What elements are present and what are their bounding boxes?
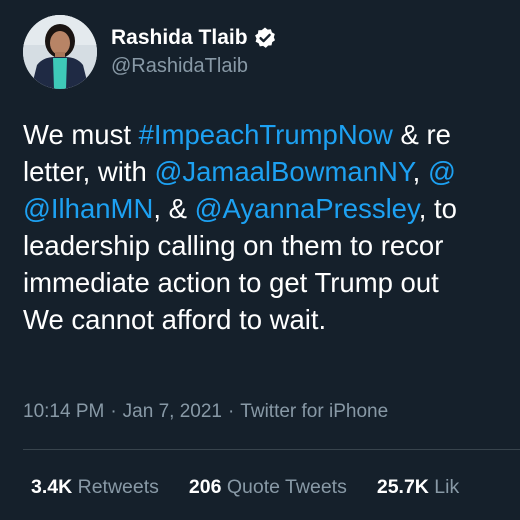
mention-link[interactable]: @AyannaPressley: [195, 193, 419, 224]
author-display-name[interactable]: Rashida Tlaib: [111, 26, 248, 50]
divider: [23, 449, 520, 450]
tweet-line-1: We must #ImpeachTrumpNow & re: [23, 116, 520, 153]
mention-link[interactable]: @JamaalBowmanNY: [154, 156, 412, 187]
retweets-stat[interactable]: 3.4K Retweets: [31, 476, 159, 499]
hashtag-link[interactable]: #ImpeachTrumpNow: [139, 119, 393, 150]
tweet-text-segment: , to: [418, 193, 457, 224]
likes-stat[interactable]: 25.7K Lik: [377, 476, 459, 499]
tweet-date[interactable]: Jan 7, 2021: [123, 401, 222, 422]
avatar-image: [23, 15, 97, 89]
tweet-stats: 3.4K Retweets 206 Quote Tweets 25.7K Lik: [31, 476, 489, 499]
retweets-count: 3.4K: [31, 476, 73, 498]
mention-link[interactable]: @: [428, 156, 456, 187]
tweet-line-4: leadership calling on them to recor: [23, 230, 444, 261]
display-name-row: Rashida Tlaib: [111, 24, 277, 52]
tweet-text-segment: letter, with: [23, 156, 155, 187]
tweet-text-segment: , &: [153, 193, 195, 224]
tweet-text-segment: & re: [392, 119, 451, 150]
tweet-text: We must #ImpeachTrumpNow & re letter, wi…: [23, 116, 520, 338]
mention-link[interactable]: @IlhanMN: [23, 193, 153, 224]
verified-badge-icon: [253, 26, 277, 50]
meta-separator: ·: [227, 401, 235, 422]
tweet-author: Rashida Tlaib @RashidaTlaib: [111, 24, 277, 78]
tweet-line-6: We cannot afford to wait.: [23, 304, 327, 335]
tweet-line-5: immediate action to get Trump out: [23, 267, 439, 298]
quote-tweets-count: 206: [188, 476, 222, 498]
profile-avatar[interactable]: [23, 15, 97, 89]
tweet-time[interactable]: 10:14 PM: [23, 401, 104, 422]
quote-tweets-label: Quote Tweets: [221, 476, 347, 498]
quote-tweets-stat[interactable]: 206 Quote Tweets: [189, 476, 347, 499]
likes-count: 25.7K: [376, 476, 429, 498]
tweet-text-segment: ,: [412, 156, 428, 187]
retweets-label: Retweets: [72, 476, 159, 498]
tweet-meta: 10:14 PM · Jan 7, 2021 · Twitter for iPhone: [23, 401, 388, 423]
likes-label: Lik: [428, 476, 460, 498]
author-handle[interactable]: @RashidaTlaib: [111, 55, 277, 78]
tweet-text-segment: We must: [23, 119, 139, 150]
tweet-card: Rashida Tlaib @RashidaTlaib We must #Imp…: [0, 0, 520, 520]
tweet-line-3: @IlhanMN, & @AyannaPressley, to: [23, 190, 520, 227]
meta-separator: ·: [110, 401, 117, 422]
tweet-source[interactable]: Twitter for iPhone: [240, 401, 388, 422]
tweet-line-2: letter, with @JamaalBowmanNY, @: [23, 153, 520, 190]
